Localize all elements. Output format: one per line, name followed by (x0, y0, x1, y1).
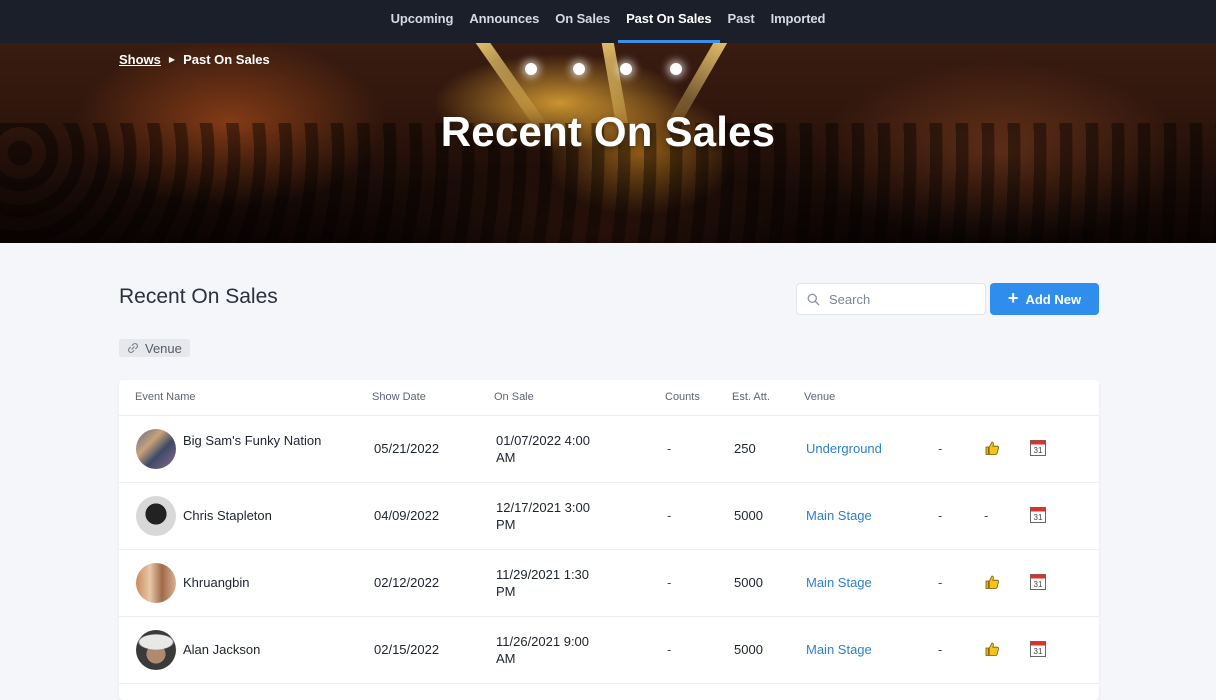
venue-filter-chip[interactable]: Venue (119, 339, 190, 357)
breadcrumb-shows-link[interactable]: Shows (119, 52, 161, 67)
event-name[interactable]: Big Sam's Funky Nation (183, 432, 323, 449)
on-sale-datetime: 11/26/2021 9:00 AM (496, 633, 589, 667)
extra-value: - (938, 508, 943, 523)
est-att-value: 5000 (734, 575, 763, 590)
column-header-counts[interactable]: Counts (665, 391, 700, 403)
calendar-day: 31 (1034, 580, 1043, 589)
est-att-value: 5000 (734, 508, 763, 523)
stage-light (573, 63, 585, 75)
events-table: Event Name Show Date On Sale Counts Est.… (119, 380, 1099, 700)
breadcrumb: Shows ▶ Past On Sales (119, 52, 270, 67)
tab-imported[interactable]: Imported (763, 0, 834, 43)
on-sale-meridiem: AM (496, 651, 516, 666)
counts-value: - (667, 441, 672, 456)
thumbs-up-icon[interactable] (984, 440, 1000, 459)
event-name[interactable]: Chris Stapleton (183, 508, 272, 523)
extra-value: - (938, 441, 943, 456)
calendar-day: 31 (1034, 446, 1043, 455)
calendar-icon[interactable]: 31 (1030, 506, 1046, 526)
table-row[interactable]: Khruangbin 02/12/2022 11/29/2021 1:30 PM… (119, 550, 1099, 617)
counts-value: - (667, 642, 672, 657)
search-icon (807, 293, 820, 305)
breadcrumb-current: Past On Sales (183, 52, 270, 67)
tab-on-sales[interactable]: On Sales (547, 0, 618, 43)
add-new-button[interactable]: + Add New (990, 283, 1099, 315)
extra-value: - (938, 642, 943, 657)
stage-light (525, 63, 537, 75)
on-sale-meridiem: PM (496, 584, 516, 599)
table-row[interactable]: Big Sam's Funky Nation 05/21/2022 01/07/… (119, 416, 1099, 483)
show-date: 02/12/2022 (374, 575, 440, 590)
page-title: Recent On Sales (119, 285, 278, 308)
search-input[interactable] (829, 291, 969, 307)
calendar-icon[interactable]: 31 (1030, 640, 1046, 660)
approval-empty: - (984, 508, 989, 523)
top-nav: Upcoming Announces On Sales Past On Sale… (0, 0, 1216, 43)
thumbs-up-icon[interactable] (984, 574, 1000, 593)
show-date: 02/15/2022 (374, 642, 440, 657)
venue-link[interactable]: Underground (806, 441, 882, 456)
tab-upcoming[interactable]: Upcoming (383, 0, 462, 43)
column-header-event-name[interactable]: Event Name (135, 391, 196, 403)
column-header-est-att[interactable]: Est. Att. (732, 391, 770, 403)
plus-icon: + (1007, 288, 1019, 308)
show-date: 05/21/2022 (374, 441, 440, 456)
venue-filter-label: Venue (145, 340, 182, 356)
calendar-day: 31 (1034, 647, 1043, 656)
link-icon (128, 343, 138, 353)
artist-avatar (136, 429, 176, 469)
est-att-value: 250 (734, 441, 756, 456)
artist-avatar (136, 630, 176, 670)
on-sale-datetime: 01/07/2022 4:00 AM (496, 432, 590, 466)
calendar-icon[interactable]: 31 (1030, 439, 1046, 459)
on-sale-meridiem: AM (496, 450, 516, 465)
on-sale-datetime: 12/17/2021 3:00 PM (496, 499, 590, 533)
event-name[interactable]: Alan Jackson (183, 642, 260, 657)
tab-past-on-sales[interactable]: Past On Sales (618, 0, 720, 43)
tab-announces[interactable]: Announces (461, 0, 547, 43)
on-sale-date: 11/29/2021 1:30 (496, 567, 590, 582)
calendar-day: 31 (1034, 513, 1043, 522)
show-date: 04/09/2022 (374, 508, 440, 523)
stage-light (620, 63, 632, 75)
on-sale-datetime: 11/29/2021 1:30 PM (496, 566, 589, 600)
counts-value: - (667, 508, 672, 523)
venue-link[interactable]: Main Stage (806, 575, 872, 590)
stage-light (670, 63, 682, 75)
extra-value: - (938, 575, 943, 590)
on-sale-date: 11/26/2021 9:00 (496, 634, 590, 649)
hero-title: Recent On Sales (440, 108, 776, 155)
on-sale-date: 12/17/2021 3:00 (496, 500, 590, 515)
table-row[interactable]: Alan Jackson 02/15/2022 11/26/2021 9:00 … (119, 617, 1099, 684)
breadcrumb-separator-icon: ▶ (168, 55, 176, 64)
add-new-label: Add New (1025, 291, 1082, 307)
calendar-icon[interactable]: 31 (1030, 573, 1046, 593)
est-att-value: 5000 (734, 642, 763, 657)
venue-link[interactable]: Main Stage (806, 642, 872, 657)
artist-avatar (136, 563, 176, 603)
table-header: Event Name Show Date On Sale Counts Est.… (119, 380, 1099, 416)
column-header-venue[interactable]: Venue (804, 391, 835, 403)
thumbs-up-icon[interactable] (984, 641, 1000, 660)
tab-past[interactable]: Past (720, 0, 763, 43)
event-name[interactable]: Khruangbin (183, 575, 250, 590)
table-row[interactable]: Chris Stapleton 04/09/2022 12/17/2021 3:… (119, 483, 1099, 550)
on-sale-meridiem: PM (496, 517, 516, 532)
column-header-show-date[interactable]: Show Date (372, 391, 426, 403)
venue-link[interactable]: Main Stage (806, 508, 872, 523)
column-header-on-sale[interactable]: On Sale (494, 391, 534, 403)
search-box (796, 283, 986, 315)
artist-avatar (136, 496, 176, 536)
counts-value: - (667, 575, 672, 590)
on-sale-date: 01/07/2022 4:00 (496, 433, 590, 448)
